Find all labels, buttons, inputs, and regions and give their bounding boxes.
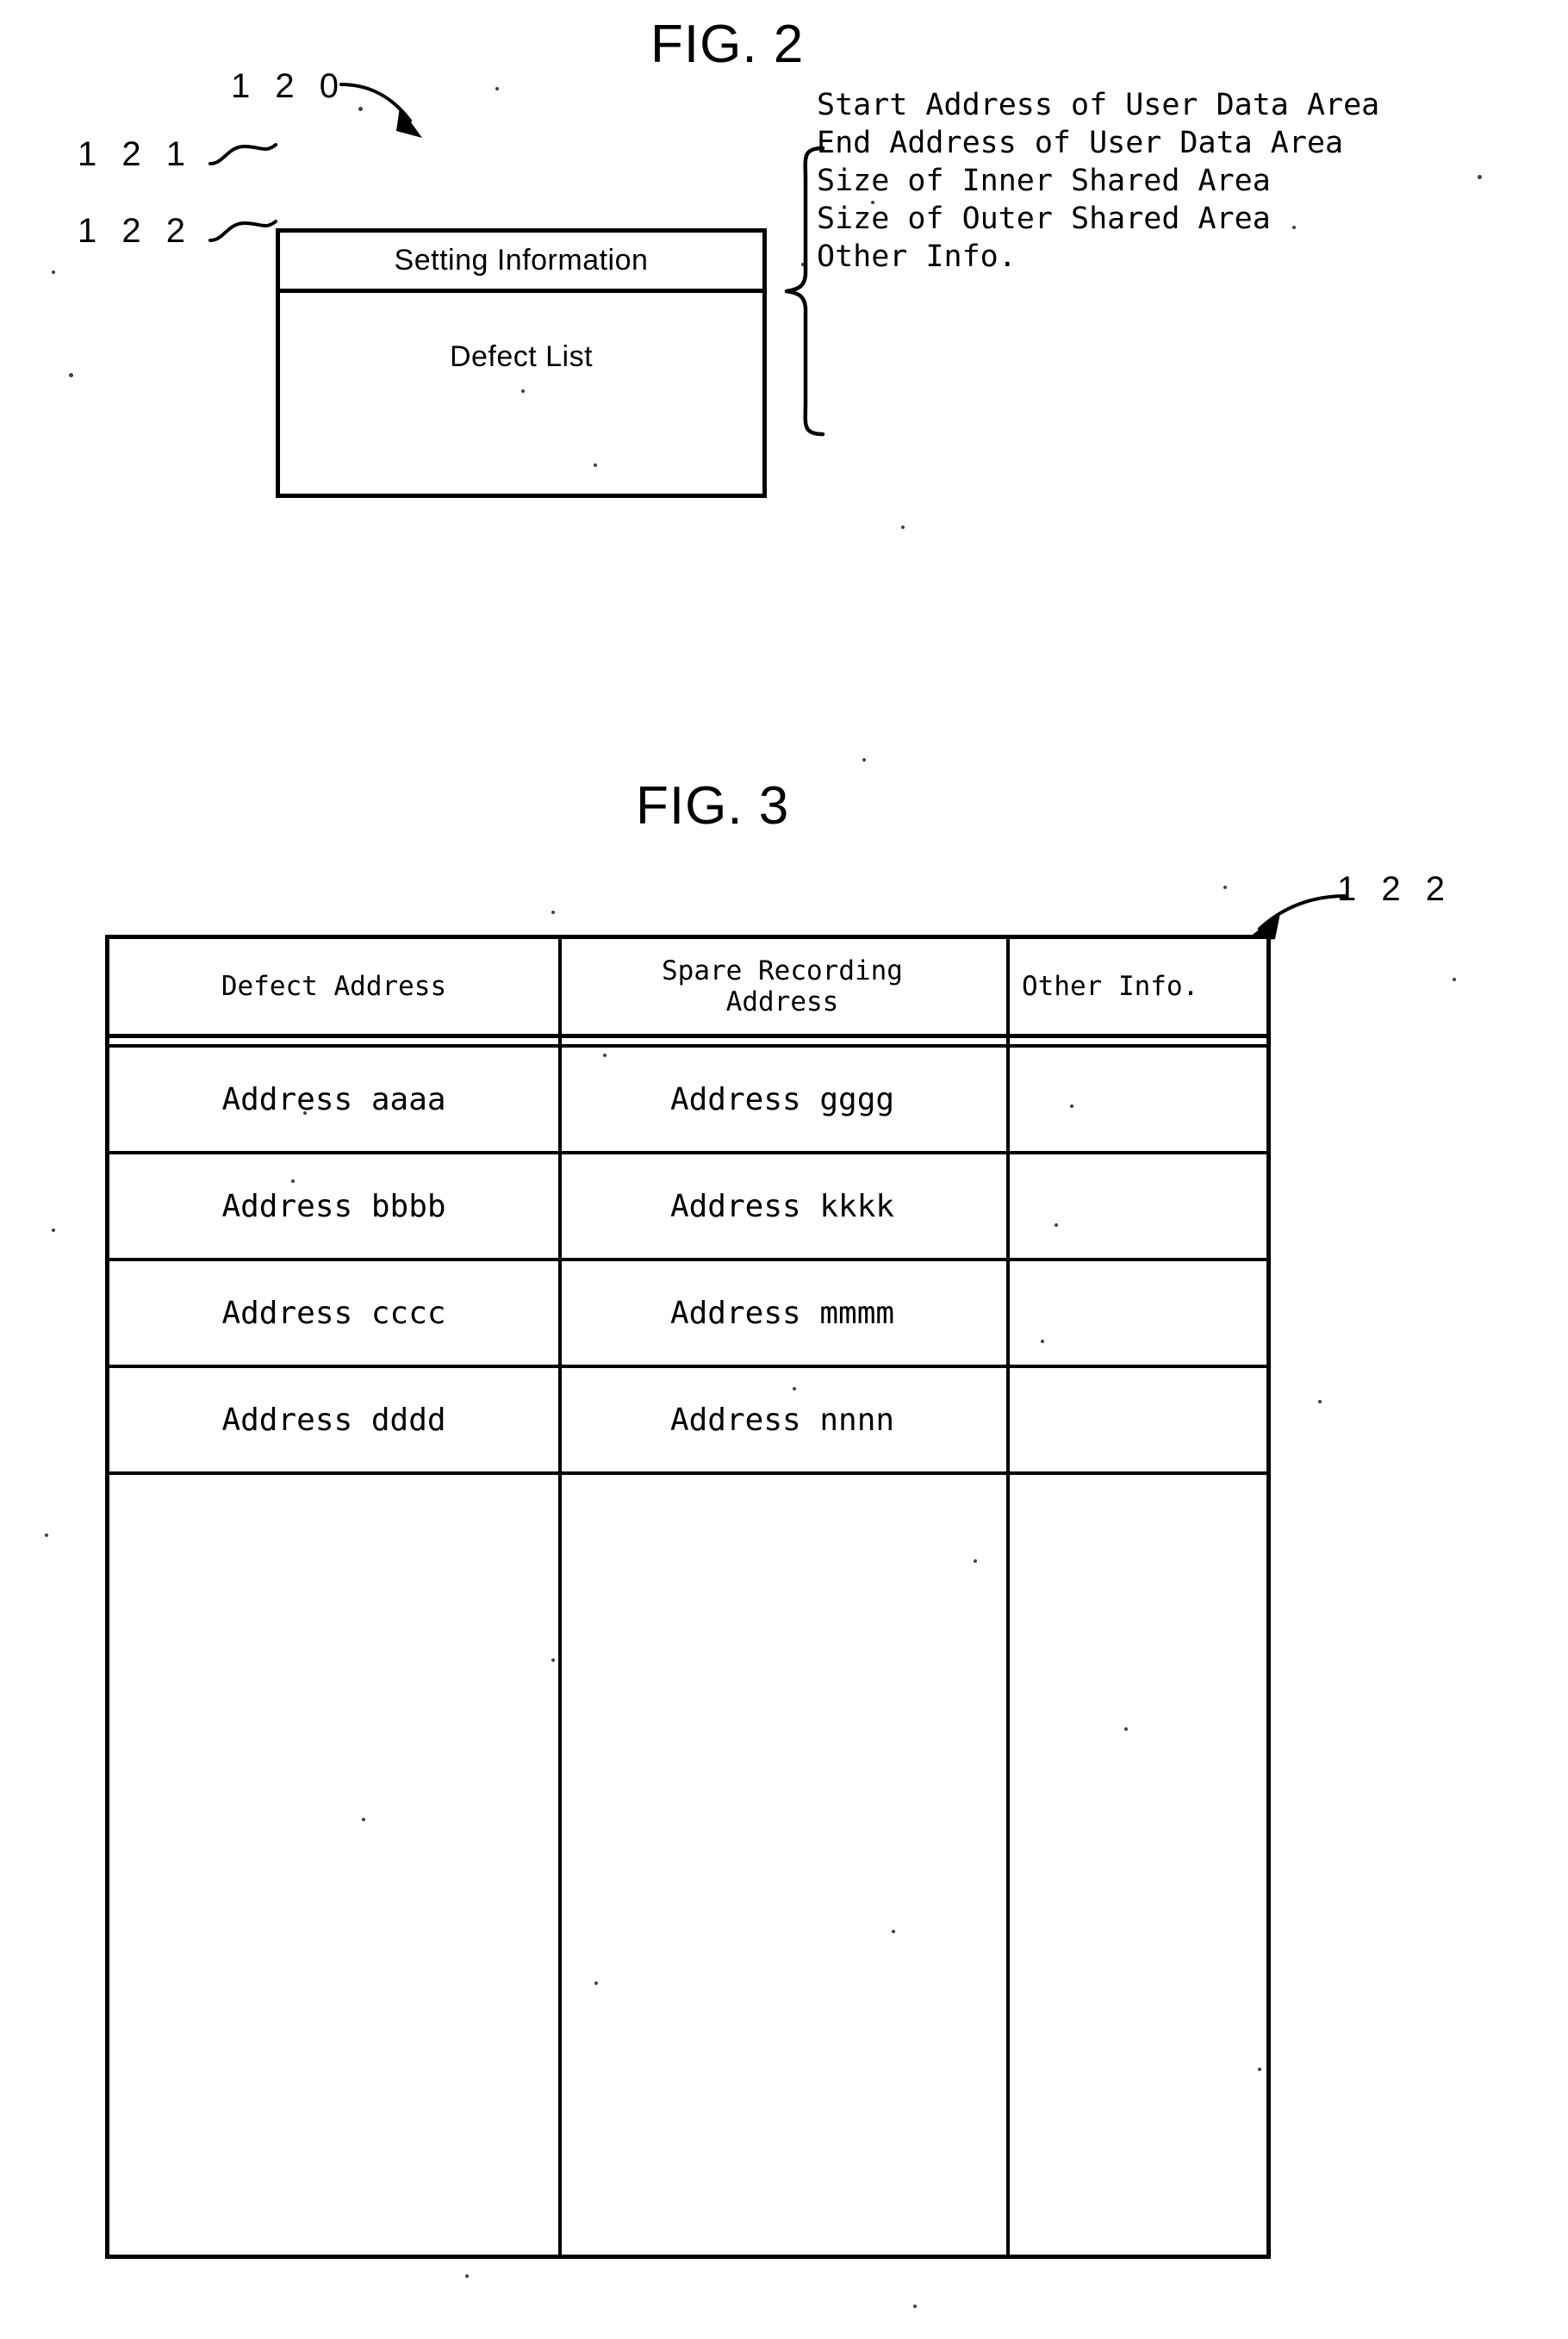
column-header-defect-address: Defect Address [221,971,447,1002]
table-row: Address dddd Address nnnn [109,1368,1266,1471]
scan-speck [52,271,55,274]
column-header-spare-recording-address: Spare Recording Address [558,939,1006,1034]
scan-speck [1124,1727,1128,1731]
defect-list-table: Defect Address Spare Recording Address O… [105,935,1271,2259]
setting-information-items: Start Address of User Data Area End Addr… [817,86,1568,276]
cell-spare-recording-address: Address kkkk [669,1188,895,1224]
scan-speck [1223,886,1227,889]
scan-speck [362,1818,365,1821]
scan-speck [901,526,905,529]
column-header-spare-line2: Address [725,986,839,1017]
cell-other-info [1006,1048,1266,1151]
scan-speck [913,2305,917,2308]
scan-speck [1453,978,1456,981]
scan-speck [603,1054,607,1057]
scan-speck [495,87,499,90]
scan-speck [551,911,555,914]
cell-defect-address: Address aaaa [221,1081,446,1117]
scan-speck [801,263,805,266]
scan-speck [1292,226,1296,229]
reference-numeral-120: 1 2 0 [231,67,346,105]
column-header-other-info: Other Info. [1022,971,1199,1002]
scan-speck [465,2274,469,2278]
setting-info-item: End Address of User Data Area [817,126,1344,160]
table-row: Address bbbb Address kkkk [109,1154,1266,1258]
leader-squiggle-121 [208,143,277,165]
defect-list-block: Defect List [280,293,762,494]
setting-information-label: Setting Information [394,244,649,277]
scan-speck [52,1229,55,1232]
scan-speck [892,1930,895,1933]
scan-speck [45,1533,48,1537]
figure-2-title: FIG. 2 [650,15,805,74]
cell-spare-recording-address: Address nnnn [669,1402,895,1438]
scan-speck [521,389,525,393]
table-row: Address aaaa Address gggg [109,1048,1266,1151]
scan-speck [1070,1104,1073,1108]
leader-arrow-120 [339,83,422,138]
setting-information-block: Setting Information [280,233,762,293]
reference-numeral-122-fig2: 1 2 2 [78,212,193,250]
scan-speck [1478,175,1482,179]
setting-info-item: Start Address of User Data Area [817,88,1380,122]
table-row: Address cccc Address mmmm [109,1261,1266,1365]
cell-defect-address: Address cccc [221,1295,446,1331]
setting-info-item: Size of Outer Shared Area [817,202,1271,236]
scan-speck [1041,1340,1044,1343]
scan-speck [871,201,874,204]
figure-3-title: FIG. 3 [636,776,790,836]
scan-speck [303,1111,307,1115]
disc-management-block: Setting Information Defect List [276,228,767,498]
scan-speck [793,1387,796,1390]
scan-speck [291,1179,295,1183]
cell-other-info [1006,1261,1266,1365]
cell-spare-recording-address: Address gggg [669,1081,895,1117]
cell-spare-recording-address: Address mmmm [669,1295,895,1331]
scan-speck [358,107,363,111]
setting-info-item: Other Info. [817,239,1017,274]
reference-numeral-121: 1 2 1 [78,135,193,173]
table-empty-continuation-area [109,1475,1266,2255]
defect-list-label: Defect List [449,340,594,373]
scan-speck [69,373,73,377]
cell-other-info [1006,1368,1266,1471]
header-separator-thick [109,1034,1266,1038]
setting-info-item: Size of Inner Shared Area [817,164,1271,198]
scan-speck [1318,1400,1322,1403]
scan-speck [974,1559,977,1563]
cell-other-info [1006,1154,1266,1258]
scan-speck [594,1981,598,1985]
leader-squiggle-122 [208,220,277,242]
scan-speck [1258,2068,1261,2071]
column-header-spare-line1: Spare Recording [662,955,903,986]
cell-defect-address: Address dddd [221,1402,446,1438]
table-header-row: Defect Address Spare Recording Address O… [109,939,1266,1034]
cell-defect-address: Address bbbb [221,1188,446,1224]
scan-speck [594,463,597,467]
scan-speck [862,758,866,762]
scan-speck [551,1658,555,1662]
scan-speck [1055,1223,1058,1227]
